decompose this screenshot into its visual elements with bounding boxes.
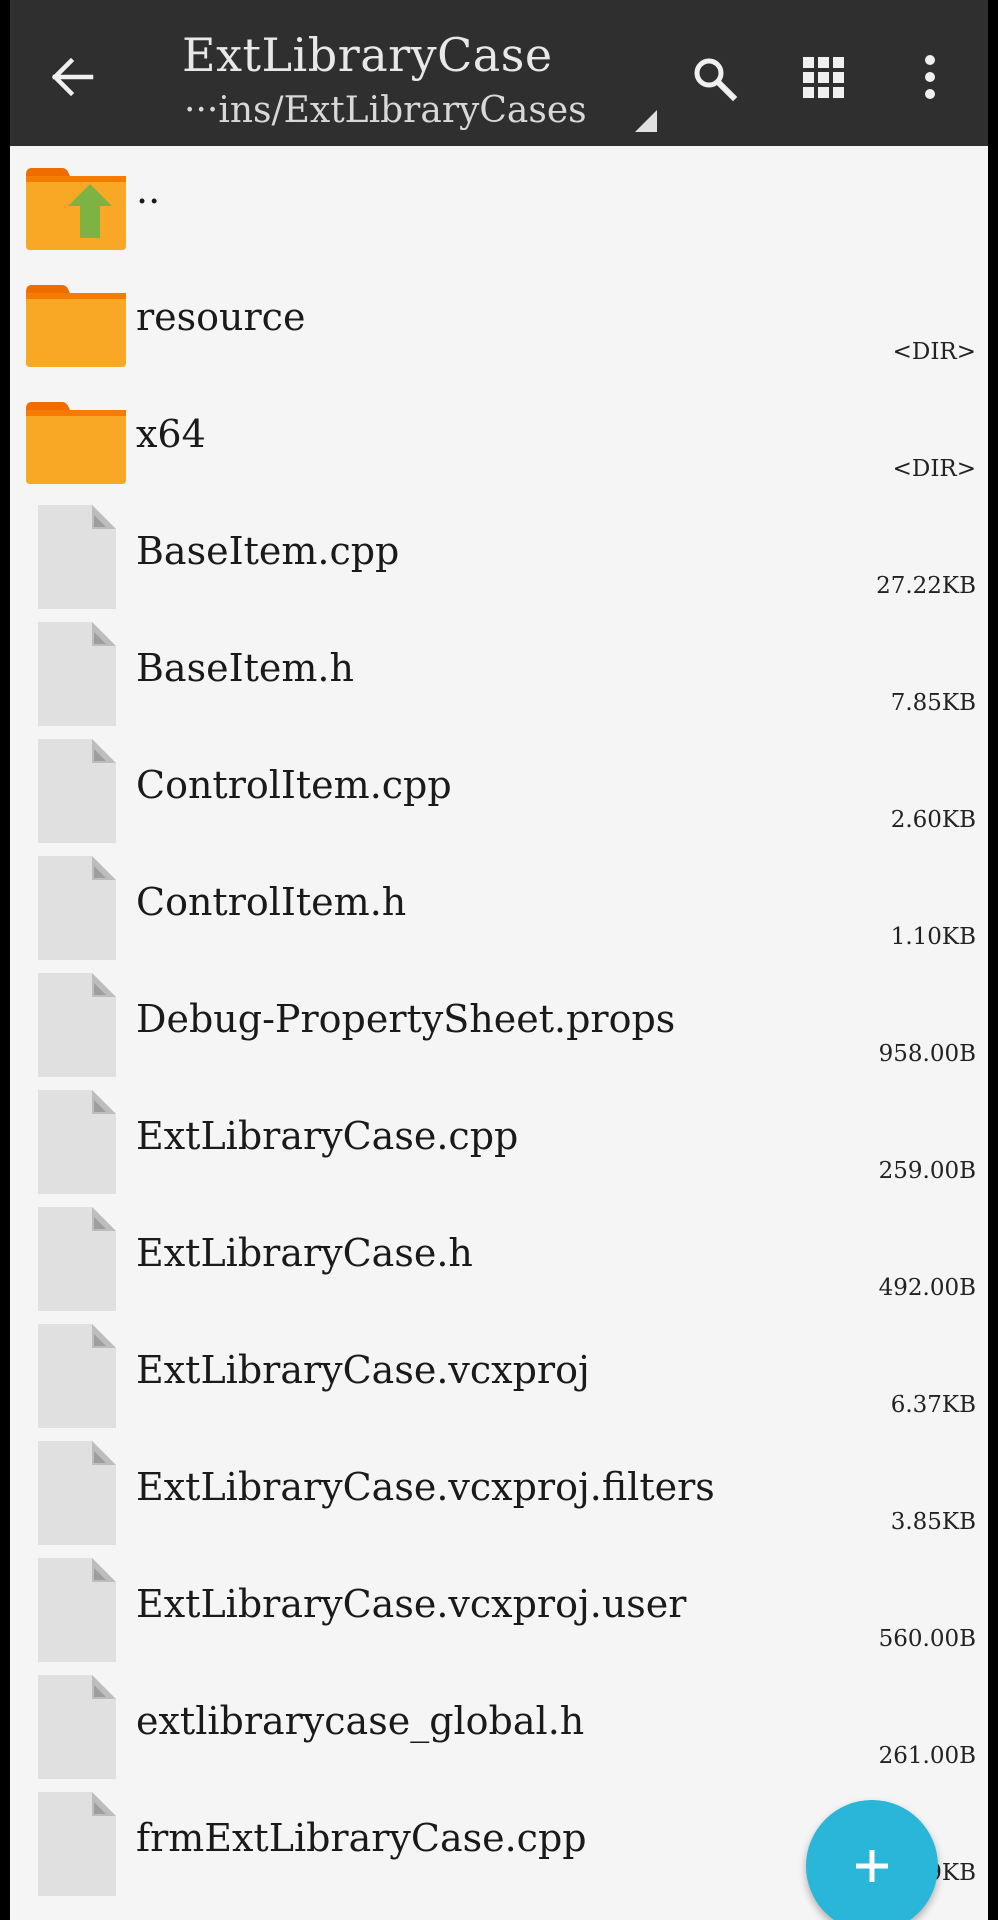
file-size: 958.00B bbox=[878, 1041, 976, 1067]
file-size: <DIR> bbox=[892, 339, 976, 365]
folder-path[interactable]: ···ins/ExtLibraryCases bbox=[184, 90, 587, 131]
file-name: ExtLibraryCase.h bbox=[136, 1231, 473, 1275]
file-name: extlibrarycase_global.h bbox=[136, 1699, 585, 1743]
file-name: frmExtLibraryCase.cpp bbox=[136, 1816, 587, 1860]
file-icon bbox=[38, 1558, 116, 1662]
plus-icon bbox=[856, 1850, 888, 1882]
file-name: ExtLibraryCase.vcxproj.filters bbox=[136, 1465, 715, 1509]
folder-icon bbox=[26, 402, 126, 484]
folder-up-icon bbox=[26, 168, 126, 250]
file-name: Debug-PropertySheet.props bbox=[136, 997, 676, 1041]
file-size: 259.00B bbox=[878, 1158, 976, 1184]
top-toolbar: ExtLibraryCase ···ins/ExtLibraryCases bbox=[10, 0, 988, 146]
file-name: ExtLibraryCase.vcxproj.user bbox=[136, 1582, 687, 1626]
folder-title: ExtLibraryCase bbox=[182, 28, 553, 82]
file-size: 2.60KB bbox=[890, 807, 976, 833]
list-item-folder[interactable]: resource <DIR> bbox=[10, 263, 988, 380]
file-name: .. bbox=[136, 168, 161, 212]
back-button[interactable] bbox=[48, 52, 98, 102]
file-name: BaseItem.h bbox=[136, 646, 354, 690]
file-name: ControlItem.cpp bbox=[136, 763, 452, 807]
list-item-file[interactable]: BaseItem.cpp 27.22KB bbox=[10, 497, 988, 614]
arrow-left-icon bbox=[51, 57, 94, 97]
file-icon bbox=[38, 739, 116, 843]
file-icon bbox=[38, 1207, 116, 1311]
file-size: 261.00B bbox=[878, 1743, 976, 1769]
file-list: .. resource <DIR> x64 <DIR> BaseItem.cpp… bbox=[10, 146, 988, 1901]
list-item-file[interactable]: ExtLibraryCase.cpp 259.00B bbox=[10, 1082, 988, 1199]
file-name: ControlItem.h bbox=[136, 880, 407, 924]
device-frame: ExtLibraryCase ···ins/ExtLibraryCases ..… bbox=[0, 0, 998, 1920]
list-item-file[interactable]: extlibrarycase_global.h 261.00B bbox=[10, 1667, 988, 1784]
file-name: resource bbox=[136, 295, 306, 339]
search-icon bbox=[694, 58, 738, 102]
file-icon bbox=[38, 1441, 116, 1545]
file-icon bbox=[38, 505, 116, 609]
file-name: ExtLibraryCase.vcxproj bbox=[136, 1348, 590, 1392]
file-icon bbox=[38, 622, 116, 726]
more-vert-icon bbox=[925, 55, 935, 99]
list-item-file[interactable]: ControlItem.cpp 2.60KB bbox=[10, 731, 988, 848]
file-size: 1.10KB bbox=[890, 924, 976, 950]
list-item-file[interactable]: ExtLibraryCase.h 492.00B bbox=[10, 1199, 988, 1316]
add-button[interactable] bbox=[806, 1800, 938, 1920]
file-icon bbox=[38, 1792, 116, 1896]
file-size: <DIR> bbox=[892, 456, 976, 482]
path-dropdown-icon[interactable] bbox=[635, 110, 657, 132]
file-icon bbox=[38, 973, 116, 1077]
folder-icon bbox=[26, 285, 126, 367]
file-size: 3.85KB bbox=[890, 1509, 976, 1535]
grid-view-icon bbox=[803, 57, 844, 98]
file-name: x64 bbox=[136, 412, 206, 456]
file-size: 560.00B bbox=[878, 1626, 976, 1652]
list-item-folder[interactable]: x64 <DIR> bbox=[10, 380, 988, 497]
list-item-file[interactable]: ExtLibraryCase.vcxproj 6.37KB bbox=[10, 1316, 988, 1433]
file-name: ExtLibraryCase.cpp bbox=[136, 1114, 519, 1158]
list-item-file[interactable]: BaseItem.h 7.85KB bbox=[10, 614, 988, 731]
file-manager-screen: ExtLibraryCase ···ins/ExtLibraryCases ..… bbox=[10, 0, 988, 1920]
grid-view-button[interactable] bbox=[802, 56, 846, 100]
file-size: 27.22KB bbox=[876, 573, 976, 599]
list-item-file[interactable]: ExtLibraryCase.vcxproj.user 560.00B bbox=[10, 1550, 988, 1667]
file-size: 492.00B bbox=[878, 1275, 976, 1301]
file-icon bbox=[38, 856, 116, 960]
file-size: 6.37KB bbox=[890, 1392, 976, 1418]
list-item-parent[interactable]: .. bbox=[10, 146, 988, 263]
file-name: BaseItem.cpp bbox=[136, 529, 400, 573]
more-options-button[interactable] bbox=[920, 52, 940, 102]
list-item-file[interactable]: Debug-PropertySheet.props 958.00B bbox=[10, 965, 988, 1082]
file-icon bbox=[38, 1675, 116, 1779]
list-item-file[interactable]: ControlItem.h 1.10KB bbox=[10, 848, 988, 965]
search-button[interactable] bbox=[690, 54, 740, 104]
list-item-file[interactable]: ExtLibraryCase.vcxproj.filters 3.85KB bbox=[10, 1433, 988, 1550]
file-icon bbox=[38, 1090, 116, 1194]
file-icon bbox=[38, 1324, 116, 1428]
file-size: 7.85KB bbox=[890, 690, 976, 716]
